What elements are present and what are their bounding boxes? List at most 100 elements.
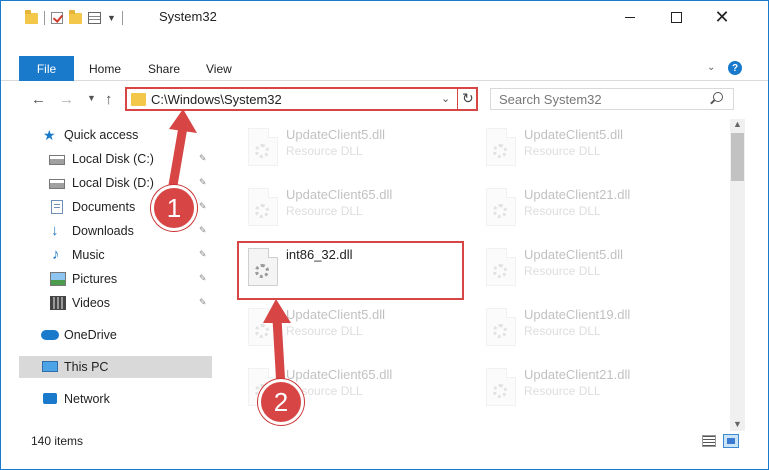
file-type: Resource DLL (286, 144, 363, 158)
large-icons-view-icon[interactable] (723, 434, 739, 448)
file-type: Resource DLL (524, 384, 601, 398)
search-icon[interactable] (713, 92, 723, 102)
pin-icon: ✎ (199, 153, 207, 163)
file-explorer-window: ▼ System32 ✕ File Home Share View ⌄ ? ← … (0, 0, 769, 470)
music-icon: ♪ (52, 246, 60, 263)
maximize-button[interactable] (653, 1, 699, 33)
scroll-down-icon[interactable]: ▼ (733, 419, 742, 429)
pin-icon: ✎ (199, 225, 207, 235)
file-item[interactable]: UpdateClient5.dll Resource DLL (474, 241, 704, 297)
sidebar-item-local-disk-c[interactable]: Local Disk (C:) ✎ (19, 148, 212, 170)
step-1-badge: 1 (151, 185, 197, 231)
file-item[interactable]: UpdateClient5.dll Resource DLL (236, 121, 466, 177)
properties-check-icon[interactable] (51, 12, 63, 24)
address-path[interactable]: C:\Windows\System32 (151, 92, 282, 107)
file-name: UpdateClient5.dll (286, 307, 386, 322)
file-type: Resource DLL (524, 264, 601, 278)
dll-file-icon (248, 308, 278, 346)
tab-home[interactable]: Home (89, 56, 121, 81)
dll-file-icon (486, 188, 516, 226)
highlight-box (237, 241, 464, 300)
pin-icon: ✎ (199, 249, 207, 259)
refresh-icon[interactable]: ↻ (462, 90, 474, 107)
dll-file-icon (486, 368, 516, 406)
tab-share[interactable]: Share (148, 56, 180, 81)
sidebar-item-label: Local Disk (C:) (72, 152, 154, 166)
scrollbar-thumb[interactable] (731, 133, 744, 181)
item-count: 140 items (31, 434, 84, 448)
file-name: UpdateClient5.dll (286, 127, 386, 142)
details-view-icon[interactable] (702, 435, 716, 447)
dll-file-icon (486, 128, 516, 166)
sidebar-item-onedrive[interactable]: OneDrive (19, 324, 212, 346)
file-item[interactable]: UpdateClient21.dll Resource DLL (474, 181, 704, 237)
file-type: Resource DLL (286, 204, 363, 218)
pin-icon: ✎ (199, 201, 207, 211)
back-arrow-icon[interactable]: ← (31, 91, 46, 108)
file-name: UpdateClient19.dll (524, 307, 631, 322)
tab-file[interactable]: File (19, 56, 74, 81)
sidebar-item-label: Quick access (64, 128, 139, 142)
file-item[interactable]: UpdateClient21.dll Resource DLL (474, 361, 704, 417)
divider (121, 11, 123, 25)
chevron-down-icon[interactable]: ⌄ (441, 92, 450, 105)
search-box[interactable] (490, 88, 734, 110)
address-bar[interactable]: C:\Windows\System32 ⌄ ↻ (125, 87, 478, 111)
dll-file-icon (486, 248, 516, 286)
file-name: UpdateClient65.dll (286, 367, 393, 382)
computer-icon (42, 361, 58, 372)
file-item[interactable]: UpdateClient5.dll Resource DLL (474, 121, 704, 177)
folder-icon (131, 93, 146, 106)
file-name: UpdateClient5.dll (524, 247, 624, 262)
file-type: Resource DLL (524, 204, 601, 218)
close-button[interactable]: ✕ (699, 1, 745, 33)
quick-access-toolbar: ▼ (25, 9, 123, 27)
up-arrow-icon[interactable]: ↑ (105, 91, 113, 108)
file-name: UpdateClient65.dll (286, 187, 393, 202)
cloud-icon (41, 330, 59, 340)
forward-arrow-icon[interactable]: → (59, 91, 74, 108)
customize-icon[interactable] (88, 12, 101, 24)
window-title: System32 (159, 9, 217, 24)
download-icon: ↓ (51, 222, 59, 239)
search-input[interactable] (499, 91, 699, 107)
file-type: Resource DLL (286, 324, 363, 338)
sidebar-item-network[interactable]: Network (19, 388, 212, 410)
file-item[interactable]: UpdateClient19.dll Resource DLL (474, 301, 704, 357)
drive-icon (49, 155, 65, 165)
pin-icon: ✎ (199, 297, 207, 307)
drive-icon (49, 179, 65, 189)
sidebar-item-this-pc[interactable]: This PC (19, 356, 212, 378)
title-bar: ▼ System32 ✕ (1, 1, 768, 33)
pin-icon: ✎ (199, 177, 207, 187)
file-name: UpdateClient21.dll (524, 367, 631, 382)
sidebar-item-label: Documents (72, 200, 136, 214)
file-name: UpdateClient21.dll (524, 187, 631, 202)
file-item[interactable]: UpdateClient65.dll Resource DLL (236, 181, 466, 237)
vertical-scrollbar[interactable]: ▲ ▼ (730, 119, 745, 431)
divider (457, 89, 458, 109)
sidebar-item-pictures[interactable]: Pictures ✎ (19, 268, 212, 290)
navigation-pane: ★ Quick access Local Disk (C:) ✎ Local D… (19, 119, 214, 419)
dll-file-icon (486, 308, 516, 346)
expand-ribbon-icon[interactable]: ⌄ (707, 62, 715, 73)
new-folder-icon[interactable] (69, 9, 82, 24)
sidebar-item-quick-access[interactable]: ★ Quick access (19, 124, 212, 146)
documents-icon (51, 200, 63, 214)
file-item[interactable]: UpdateClient5.dll Resource DLL (236, 301, 466, 357)
scroll-up-icon[interactable]: ▲ (733, 119, 742, 129)
qat-dropdown-icon[interactable]: ▼ (107, 13, 116, 23)
sidebar-item-videos[interactable]: Videos ✎ (19, 292, 212, 314)
sidebar-item-label: Videos (72, 296, 110, 310)
pin-icon: ✎ (199, 273, 207, 283)
sidebar-item-label: Downloads (72, 224, 134, 238)
tab-view[interactable]: View (206, 56, 232, 81)
sidebar-item-music[interactable]: ♪ Music ✎ (19, 244, 212, 266)
minimize-button[interactable] (607, 1, 653, 33)
step-2-badge: 2 (258, 379, 304, 425)
sidebar-item-label: This PC (64, 360, 109, 374)
file-type: Resource DLL (524, 324, 601, 338)
dll-file-icon (248, 188, 278, 226)
help-icon[interactable]: ? (728, 61, 742, 75)
recent-locations-icon[interactable]: ▼ (87, 93, 96, 103)
